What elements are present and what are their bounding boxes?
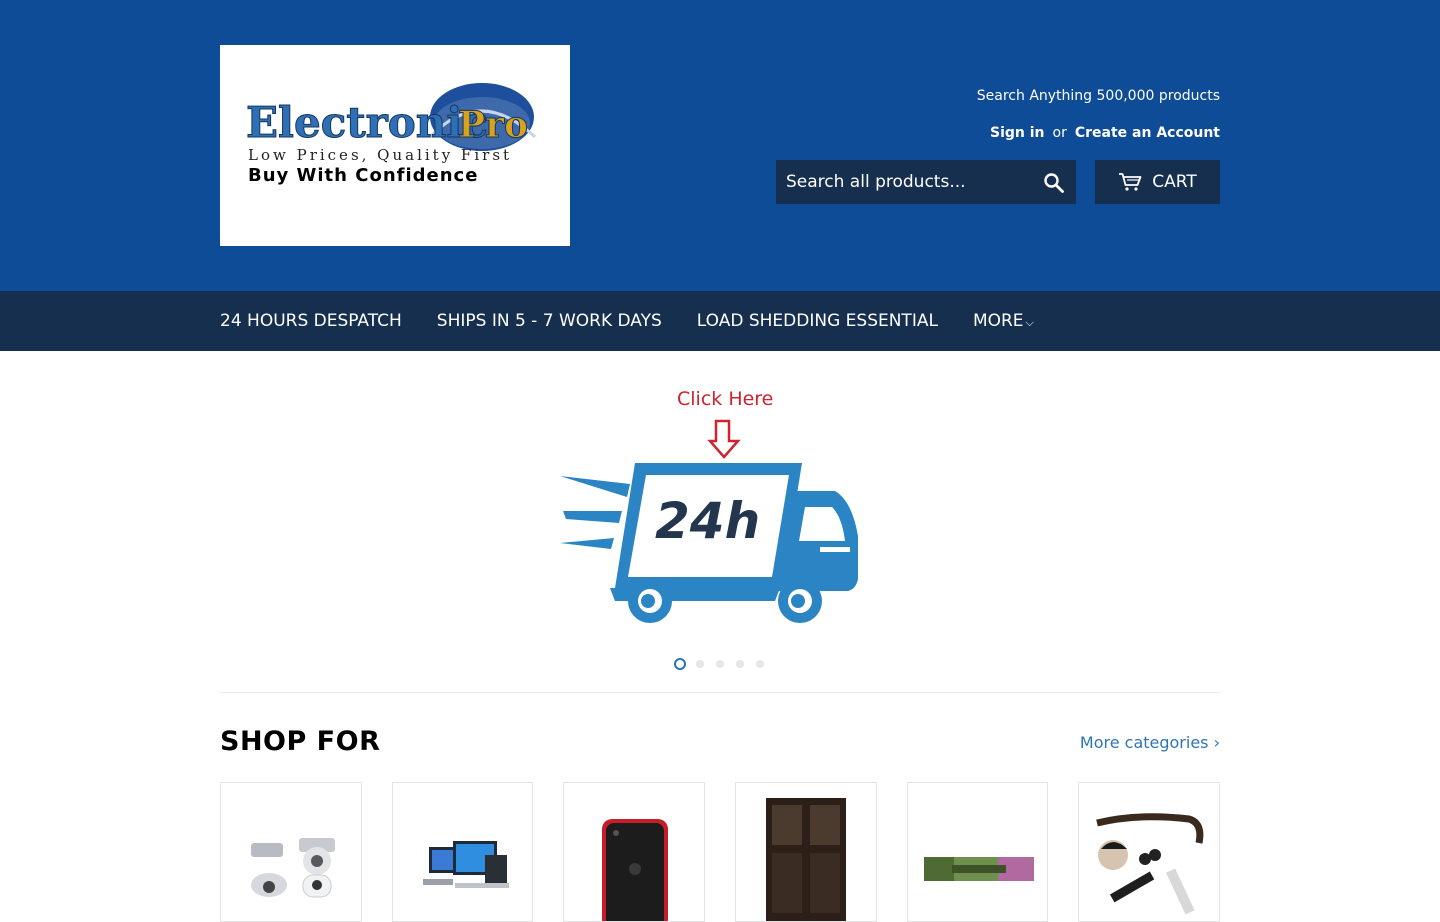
header-tagline: Search Anything 500,000 products bbox=[976, 88, 1220, 104]
category-card-home-garden[interactable] bbox=[906, 782, 1049, 922]
svg-text:Low Prices, Quality First: Low Prices, Quality First bbox=[248, 146, 512, 164]
svg-text:Buy With Confidence: Buy With Confidence bbox=[248, 165, 478, 186]
slideshow-pager bbox=[674, 658, 766, 670]
nav-item-load-shedding[interactable]: LOAD SHEDDING ESSENTIAL bbox=[697, 311, 938, 331]
slide-dot-3[interactable] bbox=[714, 658, 726, 670]
cart-button[interactable]: CART bbox=[1095, 160, 1220, 204]
section-divider bbox=[220, 692, 1220, 693]
sign-in-link[interactable]: Sign in bbox=[990, 125, 1045, 141]
nav-item-24-hours-despatch[interactable]: 24 HOURS DESPATCH bbox=[220, 311, 402, 331]
or-text: or bbox=[1052, 125, 1067, 141]
security-camera-icon bbox=[251, 838, 335, 898]
category-card-phones[interactable] bbox=[563, 782, 706, 922]
category-card-computers[interactable] bbox=[391, 782, 534, 922]
slide-dot-5[interactable] bbox=[754, 658, 766, 670]
search-icon bbox=[1044, 173, 1064, 193]
search-button[interactable] bbox=[1042, 171, 1066, 195]
header-actions: Search Anything 500,000 products Sign in… bbox=[760, 0, 1220, 291]
accessories-icon bbox=[1096, 813, 1204, 915]
create-account-link[interactable]: Create an Account bbox=[1075, 125, 1220, 141]
cart-label: CART bbox=[1152, 172, 1197, 192]
site-logo[interactable]: Electronic Pro Low Prices, Quality First… bbox=[220, 45, 570, 246]
hero-slideshow[interactable]: Click Here 24h bbox=[220, 351, 1220, 651]
main-nav: 24 HOURS DESPATCH SHIPS IN 5 - 7 WORK DA… bbox=[0, 291, 1440, 351]
account-links: Sign in or Create an Account bbox=[990, 125, 1220, 141]
slide-dot-4[interactable] bbox=[734, 658, 746, 670]
svg-text:24h: 24h bbox=[655, 492, 760, 550]
category-grid bbox=[220, 782, 1221, 922]
cart-icon bbox=[1119, 173, 1142, 191]
shop-for-heading: SHOP FOR bbox=[220, 726, 381, 757]
logo-image: Electronic Pro Low Prices, Quality First… bbox=[246, 83, 537, 186]
door-icon bbox=[766, 798, 847, 921]
click-here-text: Click Here bbox=[677, 388, 774, 410]
site-header: Electronic Pro Low Prices, Quality First… bbox=[0, 0, 1440, 291]
nav-item-more[interactable]: MORE ⌵ bbox=[973, 311, 1034, 331]
nav-more-label: MORE bbox=[972, 311, 1024, 331]
computer-icon bbox=[422, 841, 509, 888]
nav-item-ships-5-7-days[interactable]: SHIPS IN 5 - 7 WORK DAYS bbox=[437, 311, 662, 331]
category-card-security-cameras[interactable] bbox=[220, 782, 362, 922]
more-categories-link[interactable]: More categories › bbox=[1080, 733, 1220, 752]
slide-dot-1[interactable] bbox=[674, 658, 686, 670]
category-card-doors[interactable] bbox=[735, 782, 877, 922]
search-input[interactable] bbox=[776, 160, 1032, 204]
svg-text:Pro: Pro bbox=[458, 104, 528, 146]
chevron-down-icon: ⌵ bbox=[1025, 316, 1034, 329]
slide-dot-2[interactable] bbox=[694, 658, 706, 670]
phone-icon bbox=[602, 819, 669, 921]
category-card-accessories[interactable] bbox=[1078, 782, 1221, 922]
svg-text:Electronic: Electronic bbox=[246, 98, 488, 147]
home-garden-icon bbox=[923, 857, 1034, 881]
search-form bbox=[776, 160, 1076, 204]
